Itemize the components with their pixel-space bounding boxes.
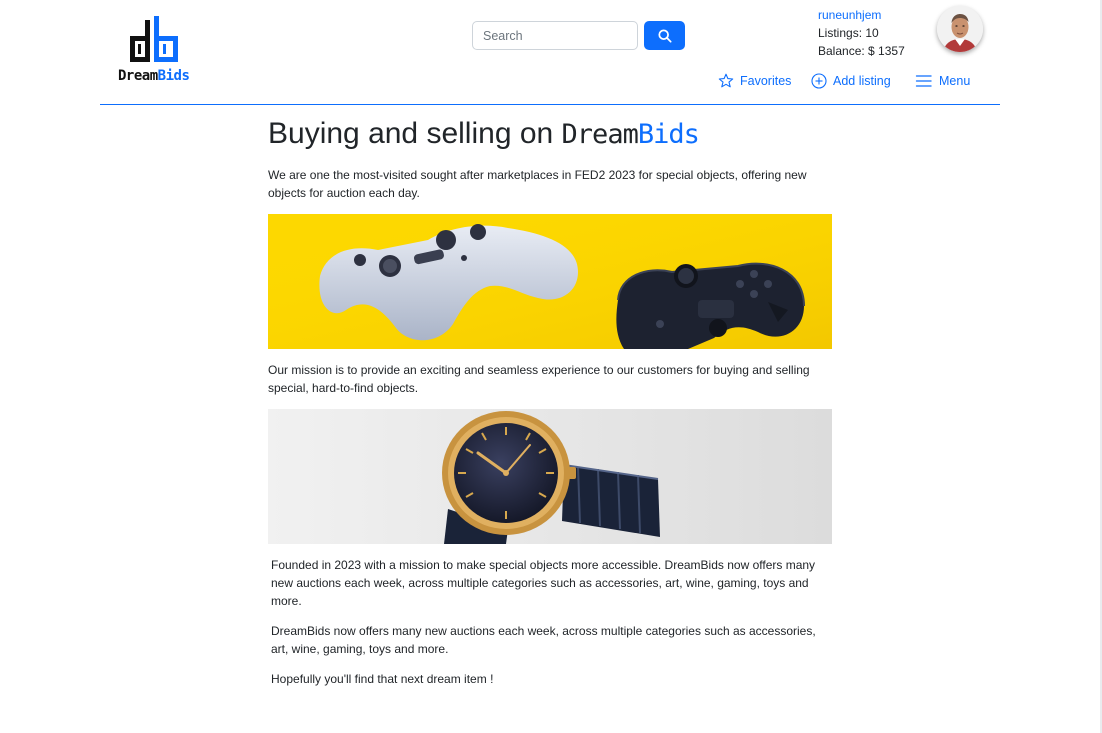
plus-circle-icon bbox=[811, 73, 827, 89]
mission-paragraph: Our mission is to provide an exciting an… bbox=[268, 363, 810, 395]
gaming-controllers-image bbox=[268, 214, 832, 349]
nav-add-listing-label: Add listing bbox=[833, 74, 891, 88]
page-title: Buying and selling on DreamBids bbox=[268, 117, 700, 150]
search-button[interactable] bbox=[644, 21, 685, 50]
closing-paragraph: Hopefully you'll find that next dream it… bbox=[271, 672, 494, 686]
offers-paragraph: DreamBids now offers many new auctions e… bbox=[271, 624, 816, 656]
logo-mark-icon bbox=[130, 16, 178, 62]
nav-add-listing[interactable]: Add listing bbox=[811, 73, 891, 89]
founded-paragraph: Founded in 2023 with a mission to make s… bbox=[271, 558, 816, 608]
watch-image bbox=[268, 409, 832, 544]
header-divider bbox=[100, 104, 1000, 105]
nav-favorites-label: Favorites bbox=[740, 74, 792, 88]
avatar-photo-icon bbox=[937, 6, 983, 52]
logo-text: DreamBids bbox=[118, 68, 190, 84]
logo[interactable]: DreamBids bbox=[118, 14, 194, 86]
avatar[interactable] bbox=[937, 6, 983, 52]
nav-menu-label: Menu bbox=[939, 74, 971, 88]
nav-menu[interactable]: Menu bbox=[915, 73, 970, 89]
nav-favorites[interactable]: Favorites bbox=[718, 73, 791, 89]
intro-paragraph: We are one the most-visited sought after… bbox=[268, 168, 807, 200]
user-profile-link[interactable]: runeunhjem bbox=[818, 8, 881, 22]
star-icon bbox=[718, 73, 734, 88]
user-listings-count: Listings: 10 bbox=[818, 26, 879, 40]
hamburger-icon bbox=[915, 75, 932, 87]
search-input[interactable] bbox=[472, 21, 638, 50]
search-icon bbox=[657, 28, 672, 43]
user-balance: Balance: $ 1357 bbox=[818, 44, 905, 58]
